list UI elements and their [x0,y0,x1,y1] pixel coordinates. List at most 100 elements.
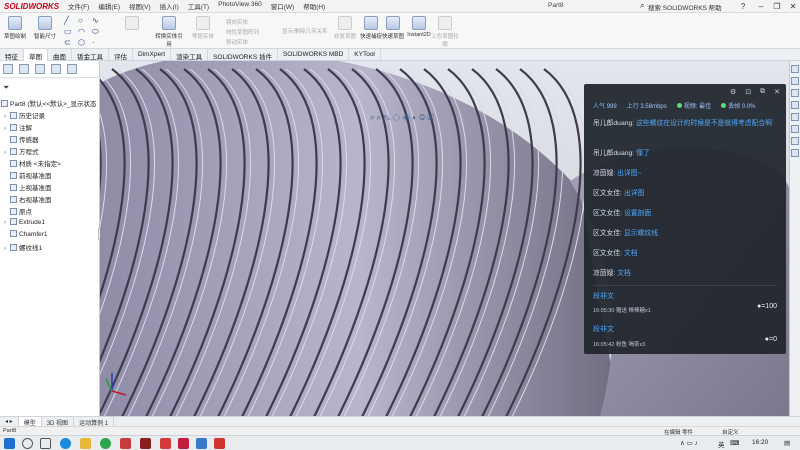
task-view-icon[interactable] [40,438,51,449]
search-icon[interactable] [22,438,33,449]
gift-sender-name[interactable]: 段非文 [593,324,614,334]
close-icon[interactable]: ✕ [774,88,780,96]
tab-model[interactable]: 模型 [18,417,42,427]
gift-sender-name[interactable]: 段非文 [593,291,614,301]
edge-browser-icon[interactable] [60,438,71,449]
menu-edit[interactable]: 编辑(E) [98,1,120,11]
tree-item-front-plane[interactable]: 前视基准面 [10,170,52,180]
app-icon-red[interactable] [120,438,131,449]
menu-help[interactable]: 帮助(H) [303,1,325,11]
tree-item-chamfer1[interactable]: Chamfer1 [10,230,48,238]
menu-file[interactable]: 文件(F) [68,1,89,11]
trim-button[interactable] [117,16,147,32]
tree-item-thread1[interactable]: › 螺纹线1 [4,242,42,252]
menu-tools[interactable]: 工具(T) [188,1,209,11]
feature-manager-tab-icon[interactable] [3,64,13,74]
appearances-icon[interactable] [791,113,799,121]
offset-entities-button[interactable]: 等距实体 [188,16,218,40]
help-icon[interactable]: ? [734,0,752,13]
menu-insert[interactable]: 插入(I) [160,1,179,11]
linear-pattern-button[interactable]: 线性草图阵列 [226,28,259,36]
slot-tool-icon[interactable]: ⊂ [64,38,71,47]
solidworks-taskbar-icon[interactable] [178,438,189,449]
search-icon[interactable]: ⌕ [640,1,648,10]
ellipse-tool-icon[interactable]: ⬭ [92,27,99,37]
sketch-button[interactable]: 草图绘制 [0,16,30,40]
point-tool-icon[interactable]: · [92,38,95,47]
tree-item-top-plane[interactable]: 上视基准面 [10,182,52,192]
filter-icon[interactable]: ⏷ [3,83,9,93]
pin-icon[interactable]: ⊡ [745,88,751,96]
tree-item-origin[interactable]: 原点 [10,206,32,216]
file-explorer-icon[interactable] [80,438,91,449]
keyboard-icon[interactable]: ⌨ [730,439,739,447]
trim-icon [125,16,139,30]
media-player-icon[interactable] [160,438,171,449]
wechat-icon[interactable] [100,438,111,449]
menu-window[interactable]: 窗口(W) [271,1,294,11]
convert-entities-button[interactable]: 转换实体引用 [154,16,184,48]
display-relations-button[interactable]: 显示/删除几何关系 [282,27,328,35]
menu-view[interactable]: 视图(V) [129,1,151,11]
tab-features[interactable]: 特征 [0,49,24,61]
tab-dimxpert[interactable]: DimXpert [133,49,172,61]
settings-icon[interactable]: ⚙ [730,88,736,96]
close-window-button[interactable]: ✕ [784,0,800,13]
heads-up-view-toolbar[interactable]: ⌕⌕✎◇◈◐◎▣ [370,113,436,123]
circle-tool-icon[interactable]: ○ [78,16,83,25]
design-library-icon[interactable] [791,77,799,85]
arc-tool-icon[interactable]: ◠ [78,27,85,36]
notification-icon[interactable]: ▤ [784,439,790,447]
tray-icons[interactable]: ∧ ▭ ♪ [680,439,698,447]
property-manager-tab-icon[interactable] [19,64,29,74]
stream-stats: 人气 999 上行 3.58mbps 视频: 最佳 丢帧 0.0% [593,103,756,110]
popout-icon[interactable]: ⧉ [760,88,765,96]
tab-motion-study[interactable]: 运动算例 1 [74,417,115,427]
tab-surfaces[interactable]: 曲面 [48,49,72,61]
forum-icon[interactable] [791,137,799,145]
file-explorer-icon[interactable] [791,89,799,97]
tree-item-annotations[interactable]: › 注解 [4,122,32,132]
toolbox-icon[interactable] [791,149,799,157]
custom-properties-icon[interactable] [791,125,799,133]
tree-tab-strip [0,61,99,78]
view-palette-icon[interactable] [791,101,799,109]
move-entities-button[interactable]: 移动实体 [226,38,248,46]
chat-divider [593,285,777,286]
app-icon-red-2[interactable] [214,438,225,449]
tree-item-material[interactable]: 材质 <未指定> [10,158,61,168]
app-icon-blue[interactable] [196,438,207,449]
rectangle-tool-icon[interactable]: ▭ [64,27,72,36]
help-search-field[interactable]: 搜索 SOLIDWORKS 帮助 [648,2,722,12]
line-tool-icon[interactable]: ╱ [64,16,69,25]
tab-3d-views[interactable]: 3D 视图 [42,417,75,427]
tab-kytool[interactable]: KYTool [349,49,381,61]
tab-sketch[interactable]: 草图 [24,49,48,61]
tab-render-tools[interactable]: 渲染工具 [171,49,209,61]
polygon-tool-icon[interactable]: ⬡ [78,38,85,47]
configuration-manager-tab-icon[interactable] [35,64,45,74]
menu-photoview[interactable]: PhotoView 360 [218,1,262,11]
tab-nav-arrows[interactable]: ◂ ▸ [0,417,19,426]
dimxpert-manager-tab-icon[interactable] [51,64,61,74]
tab-addins[interactable]: SOLIDWORKS 插件 [208,49,278,61]
tab-evaluate[interactable]: 评估 [109,49,133,61]
smart-dimension-button[interactable]: 智能尺寸 [30,16,60,40]
tree-item-right-plane[interactable]: 右视基准面 [10,194,52,204]
ime-indicator[interactable]: 英 [718,439,725,449]
tree-item-extrude1[interactable]: › Extrude1 [4,218,45,226]
mirror-entities-button[interactable]: 镜向实体 [226,18,248,26]
tab-sheet-metal[interactable]: 钣金工具 [72,49,109,61]
start-icon[interactable] [4,438,15,449]
shaded-contours-button[interactable]: 上色草图轮廓 [430,16,460,48]
app-icon-dark-red[interactable] [140,438,151,449]
spline-tool-icon[interactable]: ∿ [92,16,99,25]
tree-item-equations[interactable]: › 方程式 [4,146,39,156]
display-manager-tab-icon[interactable] [67,64,77,74]
tree-item-sensors[interactable]: 传感器 [4,134,39,144]
tree-item-history[interactable]: › 历史记录 [4,110,45,120]
resources-icon[interactable] [791,65,799,73]
tab-mbd[interactable]: SOLIDWORKS MBD [278,49,350,61]
clock[interactable]: 16:20 [752,439,768,446]
tree-root-part[interactable]: Part8 (默认<<默认>_显示状态 [1,98,97,108]
